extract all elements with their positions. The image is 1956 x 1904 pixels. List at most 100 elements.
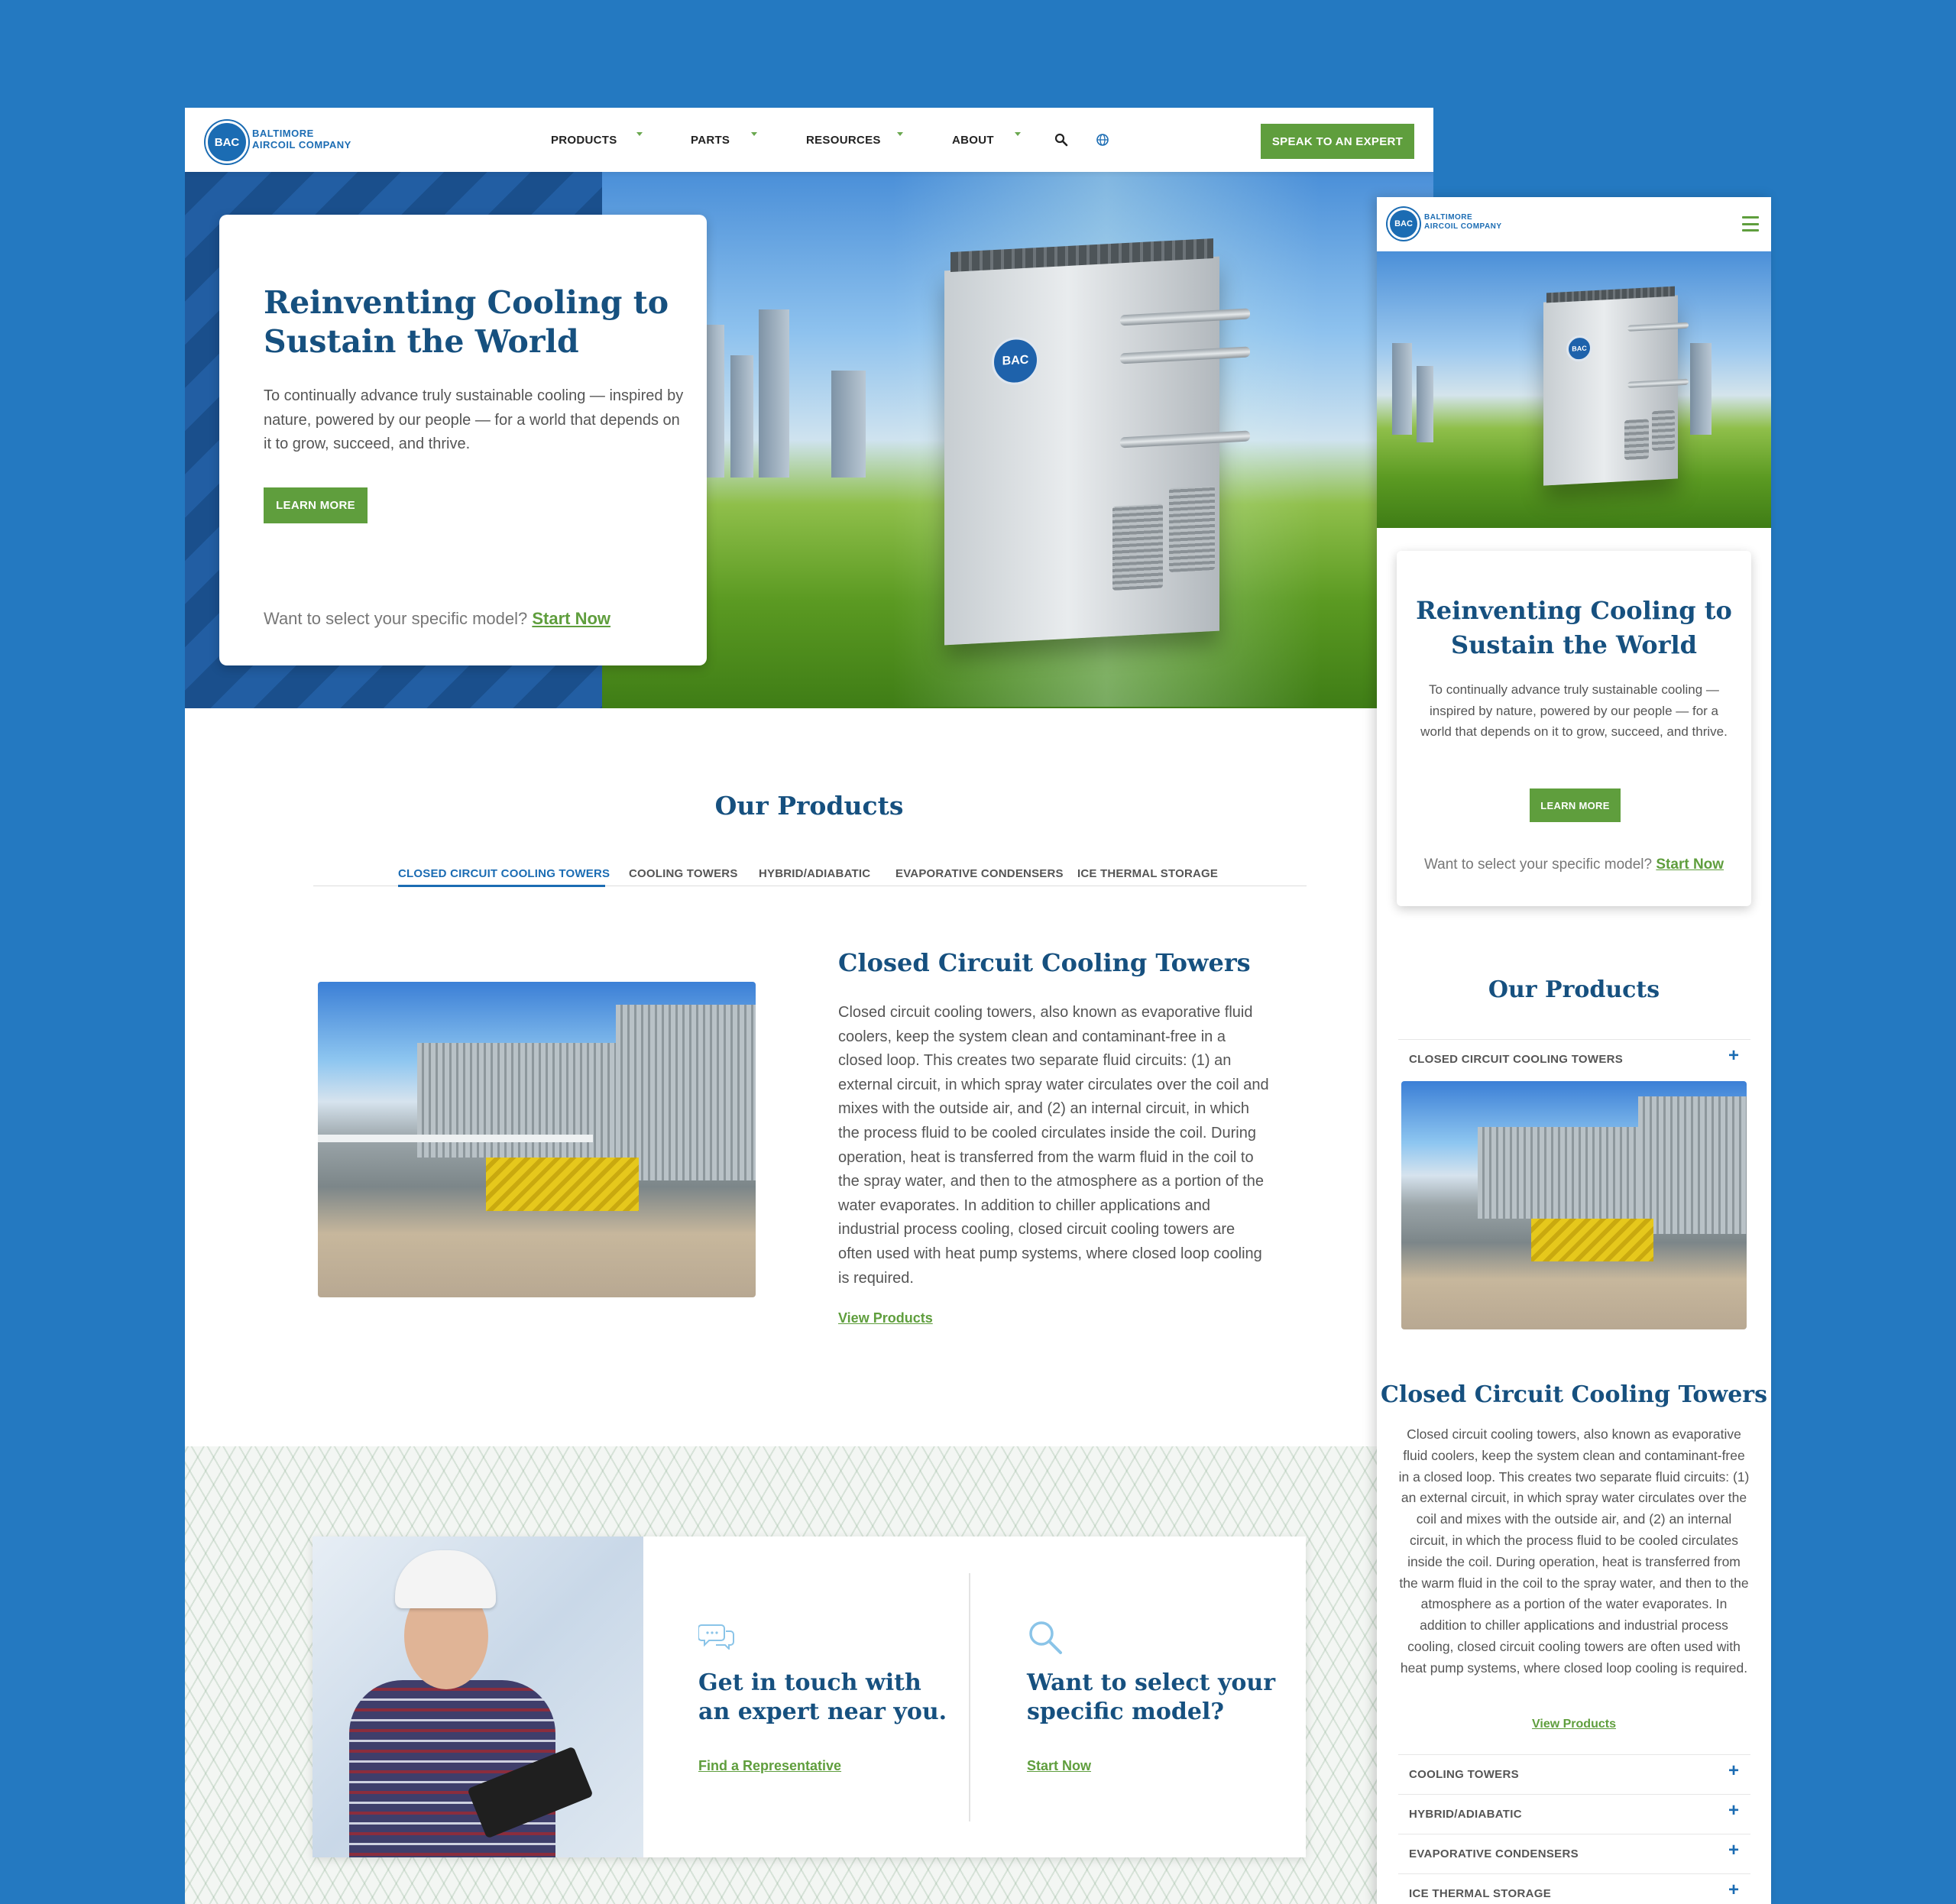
unit-fan-louver [1112,504,1163,591]
brand-name-line2: AIRCOIL COMPANY [252,138,351,151]
skyline-building [1392,343,1412,435]
skyline-building [730,355,753,478]
hard-hat [395,1550,496,1608]
mobile-start-now-link[interactable]: Start Now [1656,856,1724,873]
mobile-learn-more-button[interactable]: LEARN MORE [1530,788,1621,822]
desktop-mockup: BAC BALTIMORE AIRCOIL COMPANY PRODUCTS P… [185,108,1433,1904]
accordion-hybrid-adiabatic[interactable]: HYBRID/ADIABATIC + [1398,1794,1750,1833]
plus-icon[interactable]: + [1728,1762,1739,1780]
select-model-title: Want to select your specific model? [1027,1669,1275,1727]
mobile-content-title: Closed Circuit Cooling Towers [1381,1381,1767,1408]
speak-to-expert-button[interactable]: SPEAK TO AN EXPERT [1261,124,1414,159]
photo-yellow-stairs [486,1158,639,1211]
accordion-ice-thermal-storage[interactable]: ICE THERMAL STORAGE + [1398,1873,1750,1904]
bac-logo-icon[interactable]: BAC [206,121,248,164]
mobile-hero-title-line1: Reinventing Cooling to [1416,596,1732,625]
mobile-hero-card: Reinventing Cooling to Sustain the World… [1397,551,1751,906]
chat-bubbles-icon [698,1624,734,1650]
photo-yellow-stairs [1531,1219,1653,1261]
brand-name-line1: BALTIMORE [252,128,314,139]
unit-pipe [1627,322,1689,332]
hero-select-prompt: Want to select your specific model? [264,609,528,628]
hero-card: Reinventing Cooling to Sustain the World… [219,215,707,665]
contact-title-line1: Get in touch with [698,1669,921,1696]
site-header: BAC BALTIMORE AIRCOIL COMPANY PRODUCTS P… [185,108,1433,172]
accordion-label: COOLING TOWERS [1409,1768,1519,1781]
mobile-hero-body: To continually advance truly sustainable… [1420,682,1728,739]
nav-parts[interactable]: PARTS [691,134,730,147]
bac-badge-icon: BAC [992,335,1039,387]
cta-divider [969,1573,970,1821]
contact-title-line2: an expert near you. [698,1698,947,1725]
skyline-building [759,309,789,478]
magnifier-icon [1029,1621,1062,1654]
hero-title-line1: Reinventing Cooling to [264,284,669,321]
chevron-down-icon[interactable] [751,132,757,136]
accordion-closed-circuit[interactable]: CLOSED CIRCUIT COOLING TOWERS + [1398,1039,1750,1078]
hero-section: BAC Reinventing Cooling to Sustain the W… [185,172,1433,708]
learn-more-button[interactable]: LEARN MORE [264,487,368,523]
accordion-cooling-towers[interactable]: COOLING TOWERS + [1398,1754,1750,1793]
photo-tower [616,1005,756,1180]
hero-select-row: Want to select your specific model? Star… [264,609,610,629]
nav-products[interactable]: PRODUCTS [551,134,617,147]
expert-photo [313,1536,643,1857]
brand-name[interactable]: BALTIMORE AIRCOIL COMPANY [1424,213,1502,231]
unit-pipe [1627,378,1689,388]
plus-icon[interactable]: + [1728,1841,1739,1860]
product-photo [318,982,756,1297]
product-content-title: Closed Circuit Cooling Towers [838,948,1251,977]
unit-fan-louver [1169,485,1215,573]
mobile-select-row: Want to select your specific model? Star… [1397,856,1751,873]
select-title-line2: specific model? [1027,1698,1224,1725]
mobile-content-body: Closed circuit cooling towers, also know… [1398,1426,1750,1676]
select-title-line1: Want to select your [1027,1669,1276,1696]
bac-badge-icon: BAC [1566,335,1592,363]
contact-expert-title: Get in touch with an expert near you. [698,1669,947,1727]
tab-hybrid-adiabatic[interactable]: HYBRID/ADIABATIC [759,867,870,880]
tab-cooling-towers[interactable]: COOLING TOWERS [629,867,738,880]
nav-resources[interactable]: RESOURCES [806,134,881,147]
accordion-label: EVAPORATIVE CONDENSERS [1409,1847,1579,1860]
accordion-evaporative-condensers[interactable]: EVAPORATIVE CONDENSERS + [1398,1834,1750,1873]
accordion-label: HYBRID/ADIABATIC [1409,1808,1522,1821]
products-title: Our Products [714,791,904,821]
accordion-label: ICE THERMAL STORAGE [1409,1887,1551,1900]
mobile-hero-title-line2: Sustain the World [1450,630,1698,659]
plus-icon[interactable]: + [1728,1881,1739,1899]
hero-title: Reinventing Cooling to Sustain the World [264,283,669,361]
product-content-body: Closed circuit cooling towers, also know… [838,1004,1269,1287]
hero-title-line2: Sustain the World [264,323,579,360]
view-products-link[interactable]: View Products [838,1310,933,1326]
unit-top-vents [1546,286,1675,303]
search-icon[interactable] [1054,133,1068,147]
photo-tower [1638,1096,1747,1234]
tab-closed-circuit[interactable]: CLOSED CIRCUIT COOLING TOWERS [398,867,610,880]
plus-icon[interactable]: + [1728,1047,1739,1065]
find-representative-link[interactable]: Find a Representative [698,1758,841,1774]
tab-ice-thermal-storage[interactable]: ICE THERMAL STORAGE [1077,867,1218,880]
start-now-link[interactable]: Start Now [1027,1758,1091,1774]
tab-evaporative-condensers[interactable]: EVAPORATIVE CONDENSERS [895,867,1064,880]
chevron-down-icon[interactable] [636,132,643,136]
chevron-down-icon[interactable] [897,132,903,136]
brand-name[interactable]: BALTIMORE AIRCOIL COMPANY [252,128,351,151]
mobile-hero-title: Reinventing Cooling to Sustain the World [1397,594,1751,662]
mobile-header: BAC BALTIMORE AIRCOIL COMPANY [1377,197,1771,251]
mobile-hero-image: BAC [1377,251,1771,528]
plus-icon[interactable]: + [1728,1802,1739,1820]
hero-start-now-link[interactable]: Start Now [532,609,610,628]
active-tab-indicator [398,885,605,887]
chevron-down-icon[interactable] [1015,132,1021,136]
hamburger-icon[interactable] [1742,216,1759,232]
brand-name-line1: BALTIMORE [1424,213,1473,222]
skyline-building [1690,343,1712,435]
nav-about[interactable]: ABOUT [952,134,994,147]
hero-product-image: BAC [602,172,1433,708]
cooling-tower-unit: BAC [1543,286,1689,486]
photo-pipes [318,1135,593,1142]
mobile-select-prompt: Want to select your specific model? [1423,856,1653,873]
bac-logo-icon[interactable]: BAC [1388,208,1420,240]
globe-icon[interactable] [1096,133,1109,147]
mobile-view-products-link[interactable]: View Products [1377,1718,1771,1731]
